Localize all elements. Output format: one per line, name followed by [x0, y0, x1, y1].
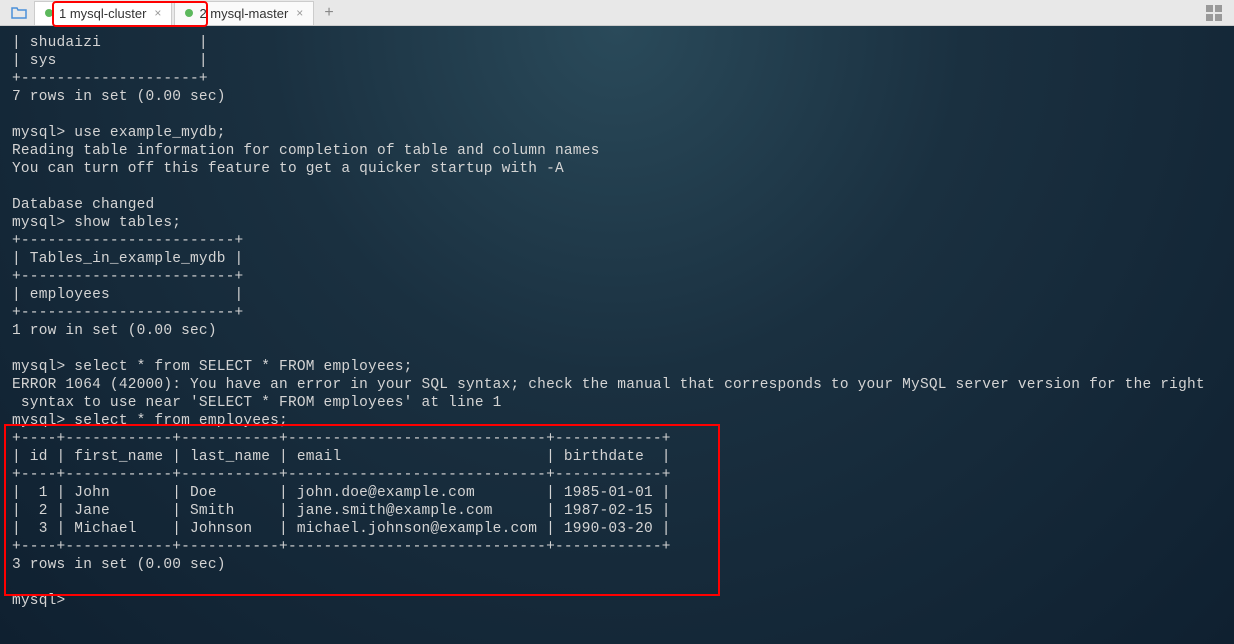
terminal-container[interactable]: | shudaizi | | sys | +------------------… [0, 26, 1234, 644]
tab-mysql-cluster[interactable]: 1 mysql-cluster × [34, 1, 172, 25]
status-dot-icon [45, 9, 53, 17]
top-bar: 1 mysql-cluster × 2 mysql-master × + [0, 0, 1234, 26]
tabs-container: 1 mysql-cluster × 2 mysql-master × + [34, 1, 342, 25]
close-icon[interactable]: × [296, 6, 303, 20]
status-dot-icon [185, 9, 193, 17]
new-tab-button[interactable]: + [316, 4, 341, 22]
tab-mysql-master[interactable]: 2 mysql-master × [174, 1, 314, 25]
tab-label: 1 mysql-cluster [59, 6, 146, 21]
grid-layout-icon[interactable] [1206, 5, 1222, 21]
folder-icon[interactable] [10, 4, 28, 22]
terminal-output: | shudaizi | | sys | +------------------… [0, 26, 1234, 618]
tab-label: 2 mysql-master [199, 6, 288, 21]
close-icon[interactable]: × [154, 6, 161, 20]
